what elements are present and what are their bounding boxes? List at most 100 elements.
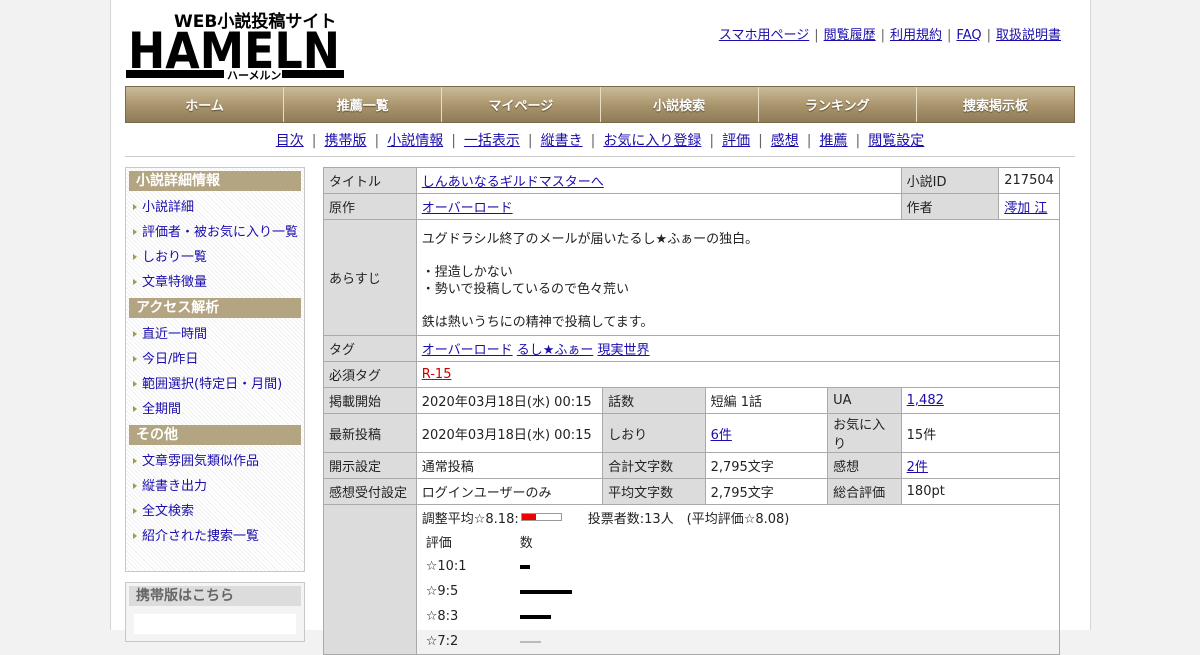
sidebar-heading-access: アクセス解析 — [129, 298, 301, 318]
sub-mobile[interactable]: 携帯版 — [324, 133, 366, 149]
label-published: 掲載開始 — [323, 387, 417, 414]
required-tag-link[interactable]: R-15 — [422, 367, 452, 382]
sidebar-item[interactable]: 評価者・被お気に入り一覧 — [126, 220, 304, 245]
main-menu: ホーム 推薦一覧 マイページ 小説検索 ランキング 捜索掲示板 — [125, 86, 1075, 123]
menu-search[interactable]: 小説検索 — [600, 87, 759, 122]
episodes: 短編 1話 — [704, 387, 829, 414]
rating-bar — [519, 589, 572, 594]
rating-cell: 調整平均☆8.18: 投票者数:13人 (平均評価☆8.08) 評価 数 ☆10… — [415, 504, 1061, 655]
menu-home[interactable]: ホーム — [126, 87, 285, 122]
label-total-chars: 合計文字数 — [602, 452, 706, 479]
bookmarks-link[interactable]: 6件 — [711, 428, 732, 443]
mobile-version-box: 携帯版はこちら — [125, 582, 305, 642]
tag-list: オーバーロード るし★ふぁー 現実世界 — [415, 335, 1061, 362]
tag-link[interactable]: るし★ふぁー — [517, 343, 594, 358]
sidebar-item[interactable]: 文章特徴量 — [126, 270, 304, 295]
adjusted-average-text: 調整平均☆8.18: — [421, 511, 519, 527]
col-count: 数 — [519, 536, 533, 551]
top-links: スマホ用ページ | 閲覧履歴 | 利用規約 | FAQ | 取扱説明書 — [718, 28, 1061, 43]
sidebar-item[interactable]: しおり一覧 — [126, 245, 304, 270]
adjusted-average: 調整平均☆8.18: 投票者数:13人 (平均評価☆8.08) — [421, 508, 1054, 527]
menu-board[interactable]: 捜索掲示板 — [916, 87, 1075, 122]
sub-toc[interactable]: 目次 — [276, 133, 304, 149]
adjusted-average-bar — [520, 513, 562, 521]
hameln-logo-graphic: WEB小説投稿サイト HAMELN ハーメルン — [126, 11, 344, 80]
qr-area — [134, 614, 296, 634]
label-title: タイトル — [323, 167, 417, 194]
rating-row-label: ☆8:3 — [425, 609, 459, 624]
novel-title-link[interactable]: しんあいなるギルドマスターへ — [422, 175, 604, 190]
sidebar-item[interactable]: 今日/昨日 — [126, 347, 304, 372]
label-favorites: お気に入り — [827, 413, 902, 453]
tag-link[interactable]: 現実世界 — [598, 343, 650, 358]
mobile-version-heading: 携帯版はこちら — [129, 586, 301, 606]
menu-ranking[interactable]: ランキング — [758, 87, 917, 122]
sidebar-heading-details: 小説詳細情報 — [129, 171, 301, 191]
rating-row: ☆8:3 — [422, 604, 576, 629]
menu-recommend[interactable]: 推薦一覧 — [284, 87, 443, 122]
total-chars: 2,795文字 — [704, 452, 829, 479]
sidebar-item[interactable]: 全期間 — [126, 397, 304, 422]
sub-all[interactable]: 一括表示 — [464, 133, 520, 149]
author-link[interactable]: 澪加 江 — [1004, 201, 1047, 216]
link-smartphone[interactable]: スマホ用ページ — [719, 28, 809, 43]
label-reviews: 感想 — [827, 452, 902, 479]
sidebar-heading-other: その他 — [129, 425, 301, 445]
label-visibility: 開示設定 — [323, 452, 417, 479]
logo-kana: ハーメルン — [227, 69, 281, 80]
rating-row-label: ☆7:2 — [425, 634, 459, 649]
label-tags: タグ — [323, 335, 417, 362]
label-author: 作者 — [900, 193, 1000, 220]
ua-link[interactable]: 1,482 — [907, 393, 944, 408]
label-latest: 最新投稿 — [323, 413, 417, 453]
rating-bar — [519, 640, 541, 643]
reviews-link[interactable]: 2件 — [907, 460, 928, 475]
sub-vertical[interactable]: 縦書き — [541, 133, 583, 149]
sub-rate[interactable]: 評価 — [722, 133, 750, 149]
sub-recommend[interactable]: 推薦 — [820, 133, 848, 149]
col-rating: 評価 — [425, 536, 452, 551]
sidebar-item[interactable]: 縦書き出力 — [126, 474, 304, 499]
novel-id: 217504 — [998, 167, 1060, 194]
sidebar-item[interactable]: 全文検索 — [126, 499, 304, 524]
link-manual[interactable]: 取扱説明書 — [996, 28, 1061, 43]
sub-review[interactable]: 感想 — [771, 133, 799, 149]
avg-chars: 2,795文字 — [704, 478, 829, 505]
divider — [125, 156, 1075, 157]
page-container: WEB小説投稿サイト HAMELN ハーメルン スマホ用ページ | 閲覧履歴 | 利用規… — [110, 0, 1091, 655]
link-terms[interactable]: 利用規約 — [890, 28, 942, 43]
sidebar-item[interactable]: 小説詳細 — [126, 195, 304, 220]
site-logo[interactable]: WEB小説投稿サイト HAMELN ハーメルン — [126, 8, 346, 80]
label-total-eval: 総合評価 — [827, 478, 902, 505]
menu-mypage[interactable]: マイページ — [442, 87, 601, 122]
link-history[interactable]: 閲覧履歴 — [824, 28, 876, 43]
rating-row-label: ☆9:5 — [425, 584, 459, 599]
sidebar-item[interactable]: 範囲選択(特定日・月間) — [126, 372, 304, 397]
sub-settings[interactable]: 閲覧設定 — [868, 133, 924, 149]
vote-info: 投票者数:13人 (平均評価☆8.08) — [587, 511, 790, 527]
rating-distribution: 評価 数 ☆10:1 ☆9:5 ☆8:3 ☆7:2 — [422, 529, 576, 654]
sidebar-item[interactable]: 直近一時間 — [126, 322, 304, 347]
label-ua: UA — [827, 387, 902, 414]
sidebar-item[interactable]: 紹介された捜索一覧 — [126, 524, 304, 549]
sub-favorite[interactable]: お気に入り登録 — [603, 133, 701, 149]
latest-date: 2020年03月18日(水) 00:15 — [415, 413, 604, 453]
favorites-count: 15件 — [900, 413, 1061, 453]
sub-info[interactable]: 小説情報 — [387, 133, 443, 149]
sidebar: 小説詳細情報 小説詳細 評価者・被お気に入り一覧 しおり一覧 文章特徴量 アクセ… — [125, 167, 305, 572]
rating-row-label: ☆10:1 — [425, 559, 467, 574]
link-faq[interactable]: FAQ — [956, 28, 981, 43]
rating-bar — [519, 564, 530, 569]
label-episodes: 話数 — [602, 387, 706, 414]
original-work-link[interactable]: オーバーロード — [422, 201, 513, 216]
novel-info-table: タイトル しんあいなるギルドマスターへ 小説ID 217504 原作 オーバーロ… — [323, 167, 1061, 655]
published-date: 2020年03月18日(水) 00:15 — [415, 387, 604, 414]
visibility: 通常投稿 — [415, 452, 604, 479]
rating-row: ☆9:5 — [422, 579, 576, 604]
label-novel-id: 小説ID — [900, 167, 1000, 194]
tag-link[interactable]: オーバーロード — [422, 343, 513, 358]
label-review-accept: 感想受付設定 — [323, 478, 417, 505]
rating-bar — [519, 614, 551, 619]
rating-row: ☆7:2 — [422, 629, 576, 654]
sidebar-item[interactable]: 文章雰囲気類似作品 — [126, 449, 304, 474]
